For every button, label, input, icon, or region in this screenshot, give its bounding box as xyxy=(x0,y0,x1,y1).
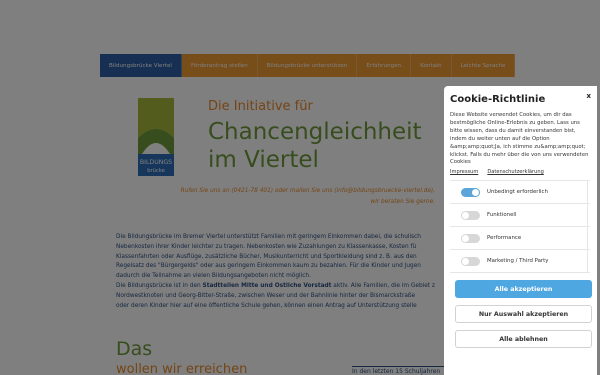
row-divider xyxy=(587,250,588,273)
consent-row-functional: Funktionell xyxy=(450,204,590,228)
consent-row-marketing: Marketing / Third Party xyxy=(450,250,590,274)
toggle-marketing[interactable] xyxy=(461,256,480,266)
close-icon[interactable]: x xyxy=(586,92,591,100)
privacy-link[interactable]: Datenschutzerklärung xyxy=(487,169,543,175)
row-divider xyxy=(587,227,588,250)
impressum-link[interactable]: Impressum xyxy=(450,169,478,175)
reject-all-button[interactable]: Alle ablehnen xyxy=(455,330,592,349)
toggle-functional[interactable] xyxy=(461,210,480,220)
row-divider xyxy=(587,181,588,204)
row-divider xyxy=(587,204,588,227)
toggle-necessary[interactable] xyxy=(461,187,480,197)
cookie-dialog-title: Cookie-Richtlinie xyxy=(450,94,546,105)
consent-row-performance: Performance xyxy=(450,227,590,251)
toggle-knob xyxy=(462,257,469,265)
consent-label: Performance xyxy=(487,235,522,242)
toggle-knob xyxy=(472,188,479,196)
consent-row-necessary: Unbedingt erforderlich xyxy=(450,181,590,205)
consent-label: Unbedingt erforderlich xyxy=(487,189,548,196)
toggle-performance[interactable] xyxy=(461,233,480,243)
accept-all-button[interactable]: Alle akzeptieren xyxy=(455,280,592,299)
cookie-description: Diese Website verwendet Cookies, um dir … xyxy=(450,112,589,166)
consent-category-list: Unbedingt erforderlich Funktionell Perfo… xyxy=(450,180,590,274)
consent-label: Funktionell xyxy=(487,212,517,219)
consent-label: Marketing / Third Party xyxy=(487,258,549,265)
accept-selection-button[interactable]: Nur Auswahl akzeptieren xyxy=(455,305,592,324)
toggle-knob xyxy=(462,234,469,242)
toggle-knob xyxy=(462,211,469,219)
cookie-links: Impressum Datenschutzerklärung xyxy=(450,169,590,175)
cookie-dialog: Cookie-Richtlinie x Diese Website verwen… xyxy=(444,86,597,375)
